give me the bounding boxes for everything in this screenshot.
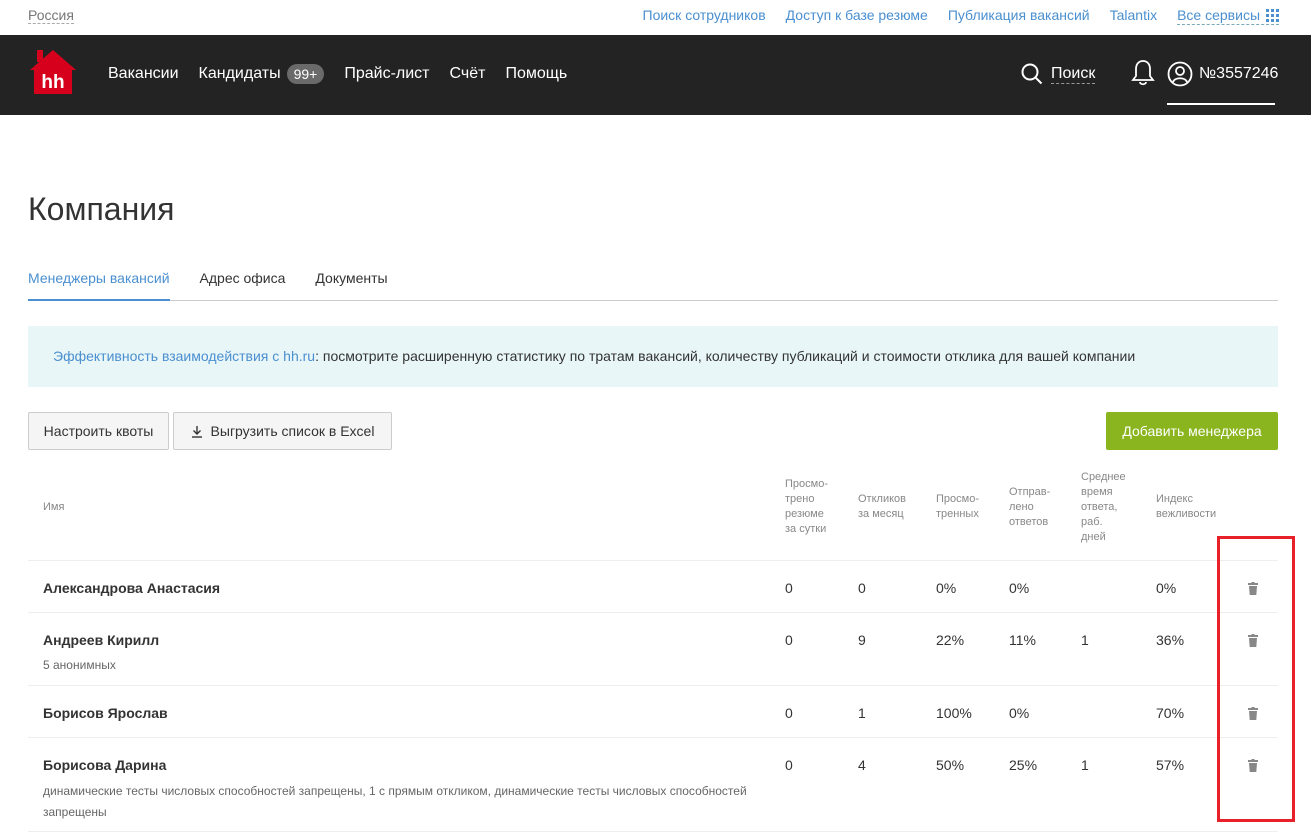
link-search-employees[interactable]: Поиск сотрудников — [643, 7, 766, 25]
export-excel-button[interactable]: Выгрузить список в Excel — [173, 412, 392, 450]
viewed-pct-value: 100% — [936, 705, 972, 721]
link-resume-access[interactable]: Доступ к базе резюме — [786, 7, 928, 25]
tab-office-address[interactable]: Адрес офиса — [200, 268, 286, 301]
logo-text: hh — [41, 72, 64, 93]
nav-item-help[interactable]: Помощь — [505, 64, 567, 84]
info-banner: Эффективность взаимодействия с hh.ru: по… — [28, 326, 1278, 387]
viewed-per-day-value: 0 — [785, 580, 793, 596]
viewed-per-day-value: 0 — [785, 705, 793, 721]
tab-documents[interactable]: Документы — [315, 268, 387, 301]
manager-note: 5 анонимных — [43, 658, 116, 672]
manager-name[interactable]: Борисова Дарина — [43, 757, 166, 774]
responses-month-value: 0 — [858, 580, 866, 596]
answered-pct-value: 0% — [1009, 705, 1030, 721]
trash-icon[interactable] — [1248, 582, 1258, 595]
answered-pct-value: 25% — [1009, 757, 1038, 773]
link-publish-vacancies[interactable]: Публикация вакансий — [948, 7, 1090, 25]
table-row[interactable]: Александрова Анастасия 0 0 0% 0% 0% — [28, 561, 1278, 613]
manager-name[interactable]: Борисов Ярослав — [43, 705, 168, 722]
all-services-label: Все сервисы — [1177, 7, 1260, 23]
politeness-value: 0% — [1156, 580, 1177, 596]
add-manager-button[interactable]: Добавить менеджера — [1106, 412, 1278, 450]
nav-item-candidates-label: Кандидаты — [198, 65, 281, 82]
header-responses-month: Откликов за месяц — [858, 493, 906, 520]
grid-icon — [1266, 9, 1279, 22]
hh-logo[interactable]: hh — [28, 48, 78, 96]
top-links: Поиск сотрудников Доступ к базе резюме П… — [643, 7, 1279, 25]
region-selector[interactable]: Россия — [28, 8, 74, 24]
account-number: №3557246 — [1199, 65, 1279, 82]
responses-month-value: 4 — [858, 757, 866, 773]
nav-item-invoice[interactable]: Счёт — [450, 64, 486, 84]
header-answered: Отправ-лено ответов — [1009, 486, 1051, 528]
main-nav: hh Вакансии Кандидаты 99+ Прайс-лист Счё… — [0, 35, 1311, 115]
answered-pct-value: 0% — [1009, 580, 1030, 596]
tab-vacancy-managers[interactable]: Менеджеры вакансий — [28, 268, 170, 301]
nav-menu: Вакансии Кандидаты 99+ Прайс-лист Счёт П… — [108, 64, 567, 84]
avg-time-value: 1 — [1081, 757, 1089, 773]
avg-time-value: 1 — [1081, 632, 1089, 648]
all-services-link[interactable]: Все сервисы — [1177, 7, 1279, 25]
viewed-pct-value: 22% — [936, 632, 965, 648]
responses-month-value: 1 — [858, 705, 866, 721]
responses-month-value: 9 — [858, 632, 866, 648]
add-manager-label: Добавить менеджера — [1122, 423, 1262, 439]
table-row[interactable]: Андреев Кирилл 5 анонимных 0 9 22% 11% 1… — [28, 613, 1278, 686]
table-row[interactable]: Борисов Ярослав 0 1 100% 0% 70% — [28, 686, 1278, 738]
search-label: Поиск — [1051, 65, 1096, 84]
viewed-per-day-value: 0 — [785, 632, 793, 648]
politeness-value: 70% — [1156, 705, 1185, 721]
header-viewed-per-day: Просмо-трено резюме за сутки — [785, 478, 828, 535]
banner-text: : посмотрите расширенную статистику по т… — [315, 348, 1136, 364]
nav-item-candidates[interactable]: Кандидаты 99+ — [199, 64, 325, 84]
trash-icon[interactable] — [1248, 707, 1258, 720]
manager-note-line1: динамические тесты числовых способностей… — [43, 784, 747, 798]
page-title: Компания — [28, 191, 175, 227]
header-viewed: Просмо-тренных — [936, 493, 979, 520]
company-tabs: Менеджеры вакансий Адрес офиса Документы — [28, 268, 1278, 301]
answered-pct-value: 11% — [1009, 632, 1036, 648]
user-icon — [1167, 61, 1193, 87]
table-header: Имя Просмо-трено резюме за сутки Откликов з… — [28, 462, 1278, 561]
export-excel-label: Выгрузить список в Excel — [210, 423, 375, 439]
manager-note-line2: запрещены — [43, 805, 107, 819]
manager-name[interactable]: Андреев Кирилл — [43, 632, 159, 649]
nav-item-vacancies[interactable]: Вакансии — [108, 64, 179, 84]
manager-name[interactable]: Александрова Анастасия — [43, 580, 220, 597]
account-active-indicator — [1167, 103, 1275, 105]
search-button[interactable]: Поиск — [1021, 63, 1096, 85]
link-talantix[interactable]: Talantix — [1110, 7, 1157, 25]
table-row[interactable]: Борисова Дарина динамические тесты число… — [28, 738, 1278, 832]
header-avg-response-time: Среднее время ответа, раб. дней — [1081, 471, 1126, 543]
trash-icon[interactable] — [1248, 634, 1258, 647]
header-politeness-index: Индекс вежливости — [1156, 493, 1217, 520]
nav-item-pricelist[interactable]: Прайс-лист — [344, 64, 429, 84]
viewed-pct-value: 0% — [936, 580, 957, 596]
trash-icon[interactable] — [1248, 759, 1258, 772]
header-name: Имя — [43, 501, 65, 513]
politeness-value: 57% — [1156, 757, 1185, 773]
bell-icon[interactable] — [1131, 59, 1155, 92]
efficiency-link[interactable]: Эффективность взаимодействия с hh.ru — [53, 348, 315, 364]
candidates-count-badge: 99+ — [286, 64, 325, 84]
top-bar: Россия Поиск сотрудников Доступ к базе р… — [0, 0, 1311, 35]
configure-quotas-label: Настроить квоты — [43, 423, 154, 439]
configure-quotas-button[interactable]: Настроить квоты — [28, 412, 169, 450]
download-icon — [191, 425, 202, 438]
viewed-pct-value: 50% — [936, 757, 965, 773]
viewed-per-day-value: 0 — [785, 757, 793, 773]
account-menu[interactable]: №3557246 — [1167, 61, 1278, 87]
politeness-value: 36% — [1156, 632, 1185, 648]
search-icon — [1021, 63, 1043, 85]
